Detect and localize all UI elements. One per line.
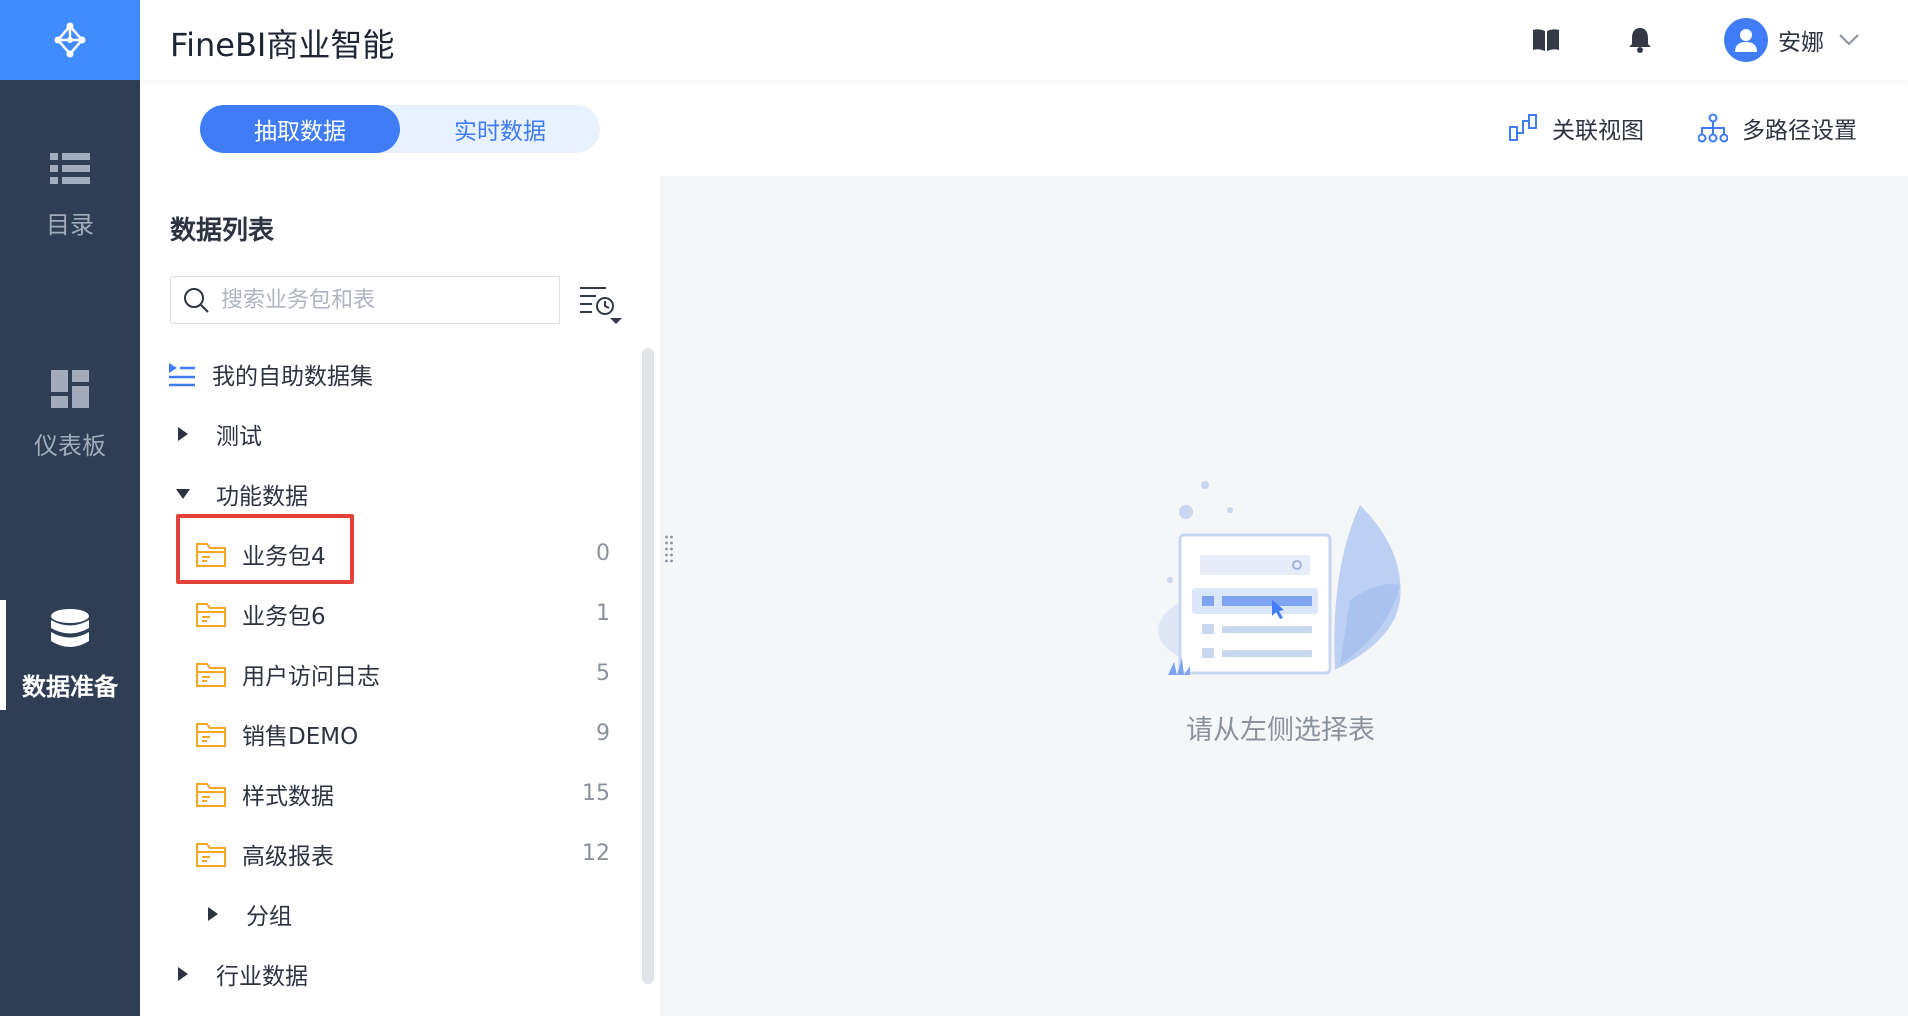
nav-label-dashboard: 仪表板 [34, 431, 106, 460]
folder-icon [196, 661, 226, 687]
list-scrollbar[interactable] [642, 348, 654, 984]
my-self-dataset[interactable]: 我的自助数据集 [168, 350, 373, 398]
package-item[interactable]: 业务包6 [196, 590, 326, 638]
caret-right-icon [202, 906, 224, 922]
package-table-count: 0 [596, 541, 610, 566]
notifications-button[interactable] [1624, 24, 1656, 56]
search-icon [184, 288, 209, 313]
package-label: 销售DEMO [242, 724, 359, 750]
book-icon [1533, 29, 1559, 51]
list-icon [50, 152, 90, 184]
caret-down-icon [172, 488, 194, 500]
package-table-count: 12 [582, 841, 610, 866]
caret-right-icon [172, 426, 194, 442]
package-table-count: 5 [596, 661, 610, 686]
package-table-count: 15 [582, 781, 610, 806]
folder-icon [196, 841, 226, 867]
group-label: 行业数据 [216, 964, 308, 990]
dashboard-icon [51, 369, 89, 408]
group-function-data[interactable]: 功能数据 [172, 470, 308, 518]
left-nav: 目录 仪表板 数据准备 [0, 0, 140, 1016]
group-test[interactable]: 测试 [172, 410, 262, 458]
logo-icon [54, 22, 86, 58]
package-item[interactable]: 销售DEMO [196, 710, 358, 758]
nav-item-dashboard[interactable]: 仪表板 [0, 360, 140, 470]
search-input[interactable] [221, 287, 551, 313]
relation-view-icon [1509, 114, 1537, 141]
package-item[interactable]: 用户访问日志 [196, 650, 380, 698]
database-icon [51, 608, 89, 647]
chevron-down-icon [1839, 34, 1859, 46]
group-industry-data[interactable]: 行业数据 [172, 950, 308, 998]
folder-icon [196, 781, 226, 807]
package-table-count: 9 [596, 721, 610, 746]
user-name: 安娜 [1778, 30, 1824, 56]
nav-label-data-prep: 数据准备 [22, 672, 118, 701]
help-book-button[interactable] [1530, 24, 1562, 56]
package-label: 样式数据 [242, 784, 334, 810]
bell-icon [1629, 28, 1651, 53]
hierarchy-icon [1698, 113, 1728, 143]
nav-item-data-prep[interactable]: 数据准备 [0, 600, 140, 710]
tab-extract-data[interactable]: 抽取数据 [200, 105, 400, 153]
multipath-settings-button[interactable]: 多路径设置 [1698, 110, 1857, 146]
subgroup-label: 分组 [246, 904, 292, 930]
package-item[interactable]: 高级报表 [196, 830, 334, 878]
app-logo[interactable] [0, 0, 140, 80]
top-header: FineBI商业智能 安娜 [140, 0, 1908, 80]
self-dataset-icon [169, 363, 195, 387]
group-label: 功能数据 [216, 484, 308, 510]
filter-sort-icon[interactable] [576, 282, 624, 326]
empty-state-illustration [1158, 481, 1401, 675]
package-table-count: 1 [596, 601, 610, 626]
relation-view-button[interactable]: 关联视图 [1508, 110, 1644, 146]
nav-item-catalog[interactable]: 目录 [0, 140, 140, 250]
relation-view-label: 关联视图 [1552, 118, 1644, 144]
search-box[interactable] [170, 276, 560, 324]
package-label: 高级报表 [242, 844, 334, 870]
package-item[interactable]: 样式数据 [196, 770, 334, 818]
folder-icon [196, 601, 226, 627]
multipath-settings-label: 多路径设置 [1742, 118, 1857, 144]
resize-handle-icon[interactable] [664, 534, 674, 564]
mode-tab-switch: 抽取数据 实时数据 [200, 105, 600, 153]
group-label: 测试 [216, 424, 262, 450]
user-avatar-icon [1735, 29, 1757, 52]
subgroup-item[interactable]: 分组 [202, 890, 292, 938]
avatar [1724, 18, 1768, 62]
nav-label-catalog: 目录 [46, 210, 94, 239]
tab-realtime-data[interactable]: 实时数据 [400, 105, 600, 153]
empty-state-message: 请从左侧选择表 [1186, 715, 1375, 746]
user-menu[interactable]: 安娜 [1724, 18, 1860, 62]
package-label: 用户访问日志 [242, 664, 380, 690]
caret-right-icon [172, 966, 194, 982]
folder-icon [196, 721, 226, 747]
app-title: FineBI商业智能 [170, 26, 395, 64]
self-dataset-label: 我的自助数据集 [212, 364, 373, 390]
selection-highlight-box [176, 514, 354, 584]
package-label: 业务包6 [242, 604, 326, 630]
data-list-title: 数据列表 [170, 216, 275, 246]
